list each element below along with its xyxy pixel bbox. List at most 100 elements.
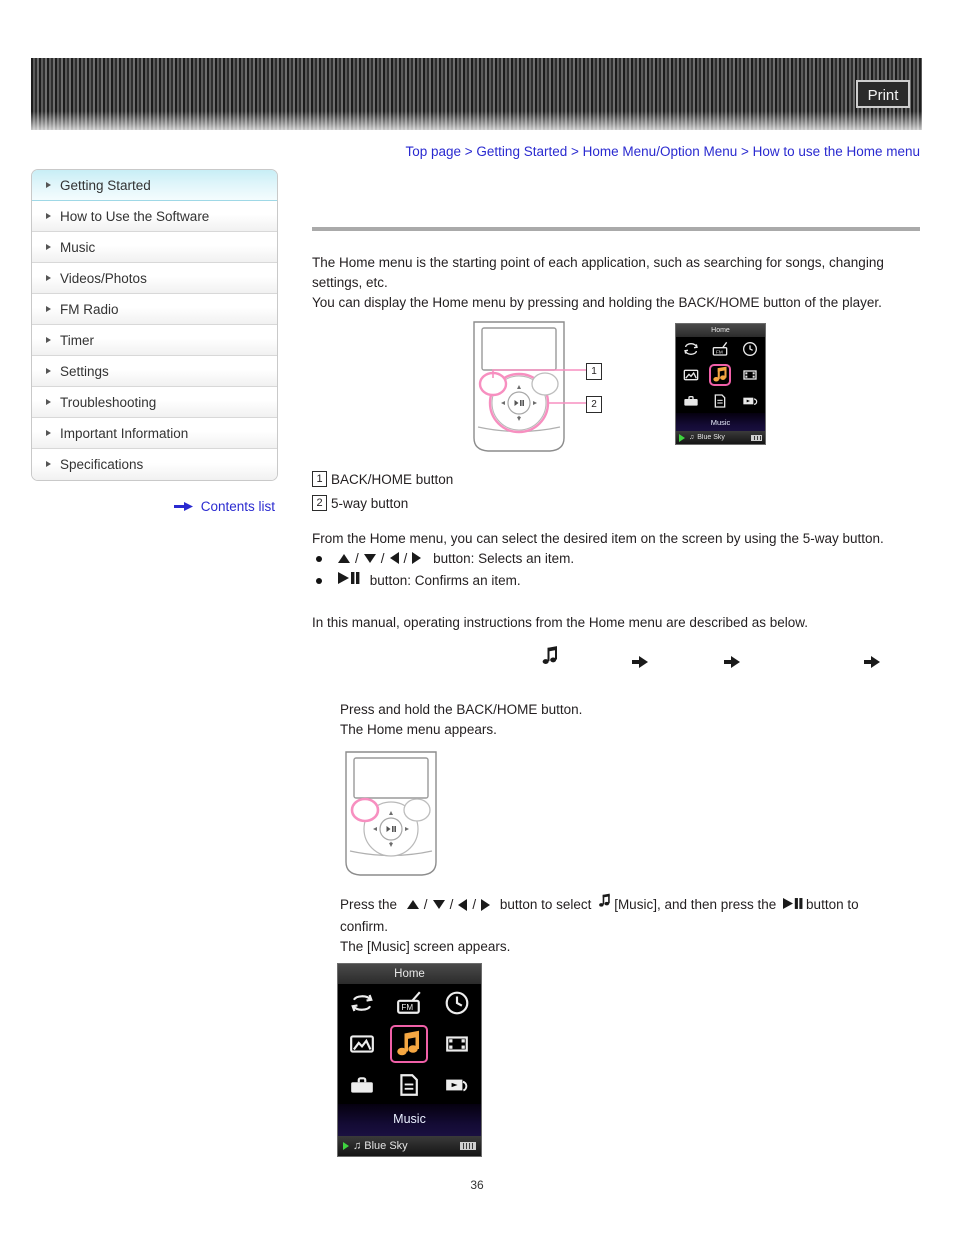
play-icon	[343, 1142, 349, 1150]
chevron-right-icon	[46, 181, 51, 188]
settings-toolbox-icon[interactable]	[349, 1072, 375, 1098]
intro-line-3: You can display the Home menu by pressin…	[312, 295, 882, 310]
operation-flow-row	[312, 645, 920, 679]
sidebar-item-specifications[interactable]: Specifications	[32, 449, 277, 480]
arrow-up-icon	[338, 553, 350, 563]
breadcrumb-item-how-to-use-the-home-menu[interactable]: How to use the Home menu	[753, 144, 920, 159]
step-2-line-3: The [Music] screen appears.	[340, 939, 511, 954]
callout-box-2: 2	[586, 396, 602, 413]
bullet-dot	[316, 578, 322, 584]
sidebar-item-music[interactable]: Music	[32, 232, 277, 263]
legend-row-1: 1 BACK/HOME button	[312, 468, 453, 492]
clock-icon[interactable]	[444, 990, 470, 1016]
contents-list-label: Contents list	[200, 499, 276, 514]
arrow-down-icon	[363, 553, 376, 563]
playlist-icon[interactable]	[712, 393, 728, 409]
callout-box-1: 1	[586, 363, 602, 380]
fm-radio-icon[interactable]: FM	[712, 341, 728, 357]
playback-history-icon[interactable]	[444, 1072, 470, 1098]
sidebar-item-fm-radio[interactable]: FM Radio	[32, 294, 277, 325]
screen-status-bar: ♫ Blue Sky	[338, 1136, 481, 1156]
now-playing-track: Blue Sky	[364, 1140, 408, 1152]
arrow-right-icon	[481, 898, 491, 911]
breadcrumb-item-top-page[interactable]: Top page	[405, 144, 461, 159]
chevron-right-icon	[46, 367, 51, 374]
legend-row-2: 2 5-way button	[312, 492, 453, 516]
sidebar-item-label: Important Information	[60, 426, 189, 441]
chevron-right-icon	[46, 461, 51, 467]
music-note-icon	[540, 645, 560, 674]
home-screen-thumbnail: Home FM Music ♫ Blue Sky	[675, 323, 766, 445]
title-divider	[312, 227, 920, 231]
step-2-suffix: button to	[806, 897, 859, 913]
button-bullet-list: / / / button: Selects an item. button: Con…	[312, 548, 574, 592]
recently-played-icon[interactable]	[349, 990, 375, 1016]
breadcrumb-item-home-menu-option-menu[interactable]: Home Menu/Option Menu	[583, 144, 738, 159]
player-illustration-callouts: 1 2	[468, 320, 613, 460]
chevron-right-icon	[46, 274, 51, 281]
music-note-icon[interactable]	[390, 1024, 429, 1063]
home-icon-grid: FM	[338, 984, 481, 1104]
note-icon: ♫	[353, 1140, 362, 1152]
sidebar-item-label: Music	[60, 240, 96, 255]
screen-title: Home	[676, 324, 765, 337]
video-icon[interactable]	[742, 367, 758, 383]
bullet-dot	[316, 556, 322, 562]
button-legend: 1 BACK/HOME button 2 5-way button	[312, 468, 453, 516]
breadcrumb-separator: >	[571, 144, 579, 159]
sidebar-navigation: Getting Started How to Use the Software …	[31, 169, 278, 481]
note-icon: ♫	[689, 434, 695, 441]
legend-number-1: 1	[312, 471, 327, 488]
screen-title: Home	[338, 964, 481, 984]
arrow-right-icon	[174, 499, 193, 514]
step-2-prefix: Press the	[340, 897, 398, 913]
step-2-line-2: confirm.	[340, 919, 389, 934]
photo-icon[interactable]	[349, 1031, 375, 1057]
clock-icon[interactable]	[742, 341, 758, 357]
step-2-music: [Music], and then press the	[614, 897, 777, 913]
arrow-right-icon	[724, 655, 740, 673]
sidebar-item-troubleshooting[interactable]: Troubleshooting	[32, 387, 277, 418]
sidebar-item-important-information[interactable]: Important Information	[32, 418, 277, 449]
arrow-right-icon	[632, 655, 648, 673]
screen-selected-label: Music	[338, 1104, 481, 1138]
sidebar-item-label: Specifications	[60, 457, 144, 472]
recently-played-icon[interactable]	[683, 341, 699, 357]
playback-history-icon[interactable]	[742, 393, 758, 409]
print-button[interactable]: Print	[856, 80, 910, 108]
settings-toolbox-icon[interactable]	[683, 393, 699, 409]
sidebar-item-timer[interactable]: Timer	[32, 325, 277, 356]
chevron-right-icon	[46, 212, 51, 219]
fm-radio-icon[interactable]: FM	[396, 990, 422, 1016]
sidebar-item-how-to-use-the-software[interactable]: How to Use the Software	[32, 201, 277, 232]
photo-icon[interactable]	[683, 367, 699, 383]
player-illustration-back-home	[340, 750, 455, 883]
music-note-icon[interactable]	[709, 363, 732, 386]
bullet-direction-buttons: / / / button: Selects an item.	[312, 548, 574, 570]
chevron-right-icon	[46, 429, 51, 436]
video-icon[interactable]	[444, 1031, 470, 1057]
header-banner: Print	[31, 58, 922, 130]
intro-line-1: The Home menu is the starting point of e…	[312, 255, 884, 270]
bullet-direction-text: button: Selects an item.	[433, 551, 575, 566]
breadcrumb-item-getting-started[interactable]: Getting Started	[476, 144, 567, 159]
play-icon	[679, 433, 685, 442]
chevron-right-icon	[46, 336, 51, 343]
sidebar-item-settings[interactable]: Settings	[32, 356, 277, 387]
page-title	[312, 186, 920, 206]
arrow-right-icon	[864, 655, 880, 673]
step-1-text: Press and hold the BACK/HOME button. The…	[340, 700, 920, 740]
manual-note-paragraph: In this manual, operating instructions f…	[312, 615, 809, 630]
sidebar-item-label: Videos/Photos	[60, 271, 147, 286]
chevron-right-icon	[46, 243, 51, 250]
playlist-icon[interactable]	[396, 1072, 422, 1098]
play-pause-icon	[783, 895, 803, 915]
breadcrumb: Top page > Getting Started > Home Menu/O…	[375, 144, 920, 159]
sidebar-item-videos-photos[interactable]: Videos/Photos	[32, 263, 277, 294]
from-home-menu-paragraph: From the Home menu, you can select the d…	[312, 531, 884, 546]
sidebar-item-getting-started[interactable]: Getting Started	[32, 170, 277, 201]
screen-status-bar: ♫ Blue Sky	[676, 431, 765, 444]
contents-list-link[interactable]: Contents list	[174, 499, 275, 515]
svg-text:FM: FM	[402, 1003, 414, 1012]
home-screen-large: Home FM Music ♫ Blue Sky	[337, 963, 482, 1157]
